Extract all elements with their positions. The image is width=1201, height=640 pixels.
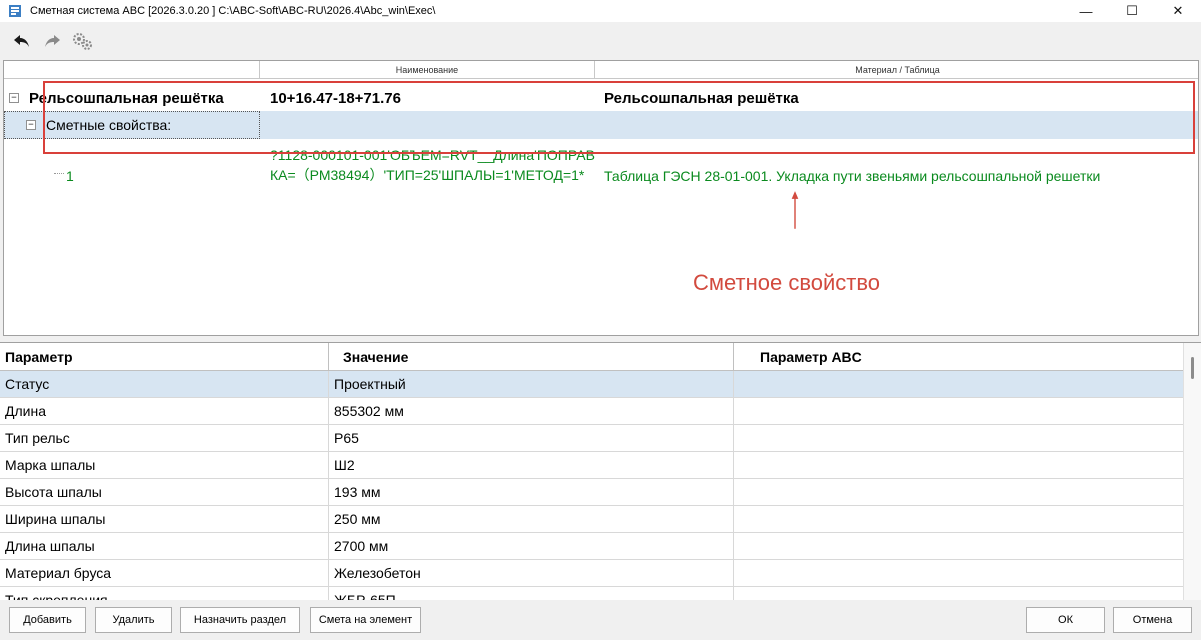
tree-connector <box>54 173 64 174</box>
title-bar: Сметная система ABC [2026.3.0.20 ] C:\AB… <box>0 0 1201 22</box>
grid-header-value[interactable]: Значение <box>329 343 734 371</box>
grid-row[interactable]: Статус Проектный <box>0 371 1183 398</box>
settings-button[interactable] <box>70 29 94 53</box>
param-cell: Тип рельс <box>0 425 329 451</box>
maximize-icon: ☐ <box>1126 3 1138 18</box>
tree-header-name[interactable]: Наименование <box>260 61 595 78</box>
grid-header: Параметр Значение Параметр ABC <box>0 343 1183 371</box>
grid-body: Статус Проектный Длина 855302 мм Тип рел… <box>0 371 1183 600</box>
window-title: Сметная система ABC [2026.3.0.20 ] C:\AB… <box>30 5 436 17</box>
abc-cell[interactable] <box>734 371 1183 397</box>
ok-button[interactable]: ОК <box>1026 607 1105 633</box>
param-cell: Длина шпалы <box>0 533 329 559</box>
value-cell[interactable]: 193 мм <box>329 479 734 505</box>
value-cell[interactable]: ЖБР-65П <box>329 587 734 600</box>
tree-header: Наименование Материал / Таблица <box>4 61 1198 79</box>
minimize-button[interactable]: — <box>1063 0 1109 22</box>
tree-header-material[interactable]: Материал / Таблица <box>595 61 1198 78</box>
grid-row[interactable]: Материал бруса Железобетон <box>0 560 1183 587</box>
value-cell[interactable]: Ш2 <box>329 452 734 478</box>
estimate-element-button[interactable]: Смета на элемент <box>310 607 421 633</box>
app-icon <box>9 5 21 17</box>
redo-icon <box>45 35 60 47</box>
param-cell: Марка шпалы <box>0 452 329 478</box>
minimize-icon: — <box>1079 3 1093 19</box>
close-button[interactable]: ✕ <box>1155 0 1201 22</box>
value-cell[interactable]: Проектный <box>329 371 734 397</box>
abc-cell[interactable] <box>734 398 1183 424</box>
value-cell[interactable]: Железобетон <box>329 560 734 586</box>
value-cell[interactable]: 2700 мм <box>329 533 734 559</box>
parameters-grid: Параметр Значение Параметр ABC Статус Пр… <box>0 342 1201 600</box>
property-table: Таблица ГЭСН 28-01-001. Укладка пути зве… <box>604 168 1101 184</box>
grid-row[interactable]: Тип рельс Р65 <box>0 425 1183 452</box>
annotation-label: Сметное свойство <box>693 270 881 295</box>
collapse-root-icon[interactable]: − <box>9 93 19 103</box>
grid-row[interactable]: Ширина шпалы 250 мм <box>0 506 1183 533</box>
redo-button[interactable] <box>40 29 64 53</box>
maximize-button[interactable]: ☐ <box>1109 0 1155 22</box>
gear-icon <box>73 33 92 50</box>
param-cell: Статус <box>0 371 329 397</box>
cancel-button[interactable]: Отмена <box>1113 607 1192 633</box>
grid-row[interactable]: Высота шпалы 193 мм <box>0 479 1183 506</box>
close-icon: ✕ <box>1172 3 1184 18</box>
value-cell[interactable]: 250 мм <box>329 506 734 532</box>
grid-row[interactable]: Длина 855302 мм <box>0 398 1183 425</box>
delete-button[interactable]: Удалить <box>95 607 172 633</box>
assign-section-button[interactable]: Назначить раздел <box>180 607 300 633</box>
param-cell: Высота шпалы <box>0 479 329 505</box>
abc-cell[interactable] <box>734 506 1183 532</box>
grid-row[interactable]: Длина шпалы 2700 мм <box>0 533 1183 560</box>
param-cell: Тип скрепления <box>0 587 329 600</box>
grid-scrollbar[interactable] <box>1183 343 1201 600</box>
abc-cell[interactable] <box>734 560 1183 586</box>
add-button[interactable]: Добавить <box>9 607 86 633</box>
abc-cell[interactable] <box>734 479 1183 505</box>
grid-header-parameter[interactable]: Параметр <box>0 343 329 371</box>
toolbar <box>0 22 1201 60</box>
value-cell[interactable]: Р65 <box>329 425 734 451</box>
undo-icon <box>14 35 29 47</box>
abc-cell[interactable] <box>734 425 1183 451</box>
abc-cell[interactable] <box>734 587 1183 600</box>
abc-cell[interactable] <box>734 452 1183 478</box>
grid-row[interactable]: Тип скрепления ЖБР-65П <box>0 587 1183 600</box>
param-cell: Ширина шпалы <box>0 506 329 532</box>
grid-header-abc[interactable]: Параметр ABC <box>734 343 1183 371</box>
undo-button[interactable] <box>10 29 34 53</box>
collapse-group-icon[interactable]: − <box>26 120 36 130</box>
annotation-arrow-icon <box>791 191 799 229</box>
param-cell: Длина <box>0 398 329 424</box>
scrollbar-thumb[interactable] <box>1191 357 1194 379</box>
value-cell[interactable]: 855302 мм <box>329 398 734 424</box>
abc-cell[interactable] <box>734 533 1183 559</box>
tree-header-col-1[interactable] <box>4 61 260 78</box>
grid-row[interactable]: Марка шпалы Ш2 <box>0 452 1183 479</box>
param-cell: Материал бруса <box>0 560 329 586</box>
property-number: 1 <box>66 168 74 184</box>
annotation-highlight-box <box>43 81 1195 154</box>
